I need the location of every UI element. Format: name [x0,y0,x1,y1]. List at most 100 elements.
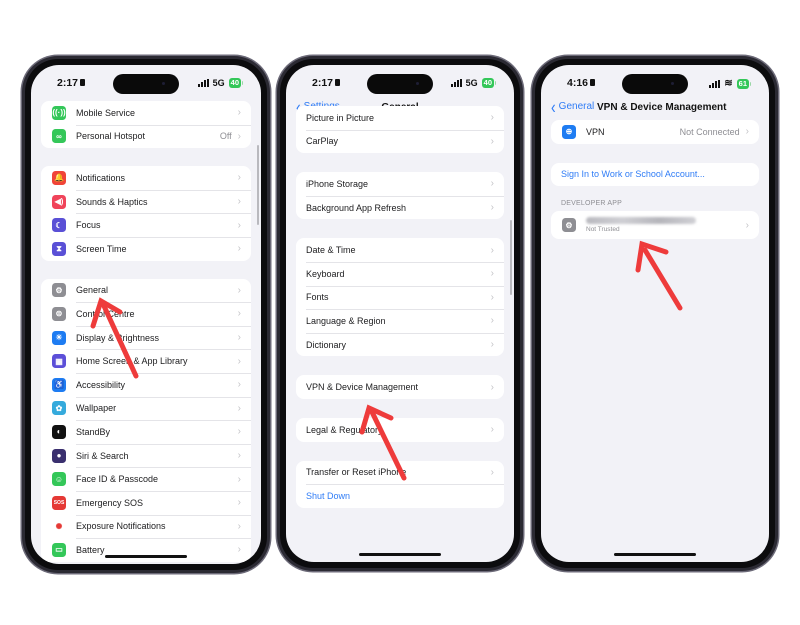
home-indicator[interactable] [105,555,187,558]
chevron-right-icon: › [237,473,241,485]
settings-row[interactable]: ☺ Face ID & Passcode › [41,467,251,491]
lock-icon [590,79,596,86]
moon-icon: ☾ [52,218,66,233]
general-row[interactable]: iPhone Storage › [296,172,504,196]
general-row[interactable]: Picture in Picture › [296,106,504,130]
row-label: Focus [76,220,101,231]
general-screen: 2:17 5G40 ‹Settings General Picture in P… [286,65,514,562]
chevron-right-icon: › [237,497,241,509]
settings-row[interactable]: ▦ Home Screen & App Library › [41,349,251,373]
network-label: 5G [465,78,478,88]
vpn-row[interactable]: ⊕ VPN Not Connected › [551,120,759,144]
signal-icon [450,79,462,87]
row-label: Display & Brightness [76,332,160,343]
home-indicator[interactable] [359,553,441,556]
general-list: Picture in Picture › CarPlay › iPhone Storag… [286,106,514,508]
settings-group: 🔔 Notifications › ◀) Sounds & Haptics › ☾ Focus… [41,166,251,261]
scrollbar[interactable] [510,220,512,295]
faceid-icon: ☺ [52,472,66,487]
battery-indicator: 40 [228,78,244,88]
row-label: VPN & Device Management [306,382,419,393]
row-label: Sounds & Haptics [76,196,148,207]
row-label: Mobile Service [76,107,136,118]
general-group: Date & Time › Keyboard › Fonts › Language & Re… [296,238,504,357]
chevron-right-icon: › [490,202,494,214]
network-label: 5G [212,78,225,88]
row-label: Siri & Search [76,450,129,461]
section-header: DEVELOPER APP [561,200,622,208]
chevron-right-icon: › [490,466,494,478]
status-bar: 4:16 ≋ 61 [541,77,769,91]
gear-icon: ⚙ [52,283,66,298]
general-row[interactable]: VPN & Device Management › [296,375,504,399]
settings-row[interactable]: ✿ Wallpaper › [41,396,251,421]
clock: 4:16 [567,77,589,89]
chevron-right-icon: › [237,172,241,184]
general-row[interactable]: Date & Time › [296,238,504,262]
general-row[interactable]: Transfer or Reset iPhone › [296,461,504,485]
settings-row[interactable]: ☾ Focus › [41,213,251,237]
chevron-right-icon: › [490,244,494,256]
phone-general: 2:17 5G40 ‹Settings General Picture in P… [277,56,523,571]
chevron-right-icon: › [490,381,494,393]
chevron-right-icon: › [237,426,241,438]
nav-bar: ‹ General VPN & Device Management [541,97,769,117]
flower-icon: ✿ [52,401,66,416]
row-label: iPhone Storage [306,178,369,189]
chevron-right-icon: › [490,339,494,351]
settings-row[interactable]: ∞ Personal Hotspot Off › [41,124,251,149]
developer-app-row[interactable]: ⚙ Not Trusted › [551,211,759,239]
settings-row[interactable]: ▭ Battery › [41,538,251,562]
chevron-right-icon: › [237,308,241,320]
general-group: iPhone Storage › Background App Refresh › [296,172,504,220]
status-bar: 2:17 5G 40 [31,77,261,91]
settings-row[interactable]: ⧗ Screen Time › [41,236,251,261]
general-row[interactable]: Language & Region › [296,309,504,333]
settings-row[interactable]: ☀ Display & Brightness › [41,325,251,350]
settings-row[interactable]: ● Siri & Search › [41,443,251,468]
settings-row[interactable]: ⚙ General › [41,279,251,303]
settings-row[interactable]: ((·)) Mobile Service › [41,101,251,125]
sign-in-link[interactable]: Sign In to Work or School Account... [561,169,759,179]
row-label: Language & Region [306,315,386,326]
chevron-right-icon: › [237,219,241,231]
general-row[interactable]: CarPlay › [296,129,504,154]
bell-icon: 🔔 [52,170,66,185]
general-row[interactable]: Dictionary › [296,332,504,357]
chevron-right-icon: › [745,126,749,138]
row-label: Notifications [76,172,126,183]
siri-icon: ● [52,448,66,463]
exposure-icon: ✺ [52,519,66,534]
settings-row[interactable]: ◀) Sounds & Haptics › [41,189,251,214]
settings-row[interactable]: ♿ Accessibility › [41,372,251,397]
home-indicator[interactable] [614,553,696,556]
general-row[interactable]: Fonts › [296,285,504,310]
chevron-right-icon: › [237,544,241,556]
grid-icon: ▦ [52,354,66,369]
settings-row[interactable]: ✺ Exposure Notifications › [41,514,251,539]
row-label: Control Centre [76,308,135,319]
back-button[interactable]: ‹ General [551,97,594,115]
battery-indicator: 40 [481,78,497,88]
settings-row[interactable]: SOS Emergency SOS › [41,490,251,515]
settings-row[interactable]: ◐ StandBy › [41,420,251,444]
chevron-right-icon: › [490,315,494,327]
phone-settings: 2:17 5G40 Settings ((·))Mobile Service›∞… [22,56,270,573]
row-label: Screen Time [76,243,127,254]
general-row[interactable]: Background App Refresh › [296,195,504,220]
chevron-right-icon: › [237,379,241,391]
general-row[interactable]: Keyboard › [296,261,504,286]
chevron-right-icon: › [237,355,241,367]
chevron-right-icon: › [237,520,241,532]
general-row[interactable]: Shut Down [296,484,504,508]
chevron-right-icon: › [745,219,749,231]
sign-in-work-account[interactable]: Sign In to Work or School Account... [551,163,759,187]
scrollbar[interactable] [257,145,259,225]
settings-row[interactable]: 🔔 Notifications › [41,166,251,190]
battery-icon: ▭ [52,542,66,557]
chevron-right-icon: › [490,135,494,147]
general-row[interactable]: Legal & Regulatory › [296,418,504,442]
signal-icon [197,79,209,87]
settings-row[interactable]: ⊜ Control Centre › [41,302,251,326]
sos-icon: SOS [52,495,66,510]
